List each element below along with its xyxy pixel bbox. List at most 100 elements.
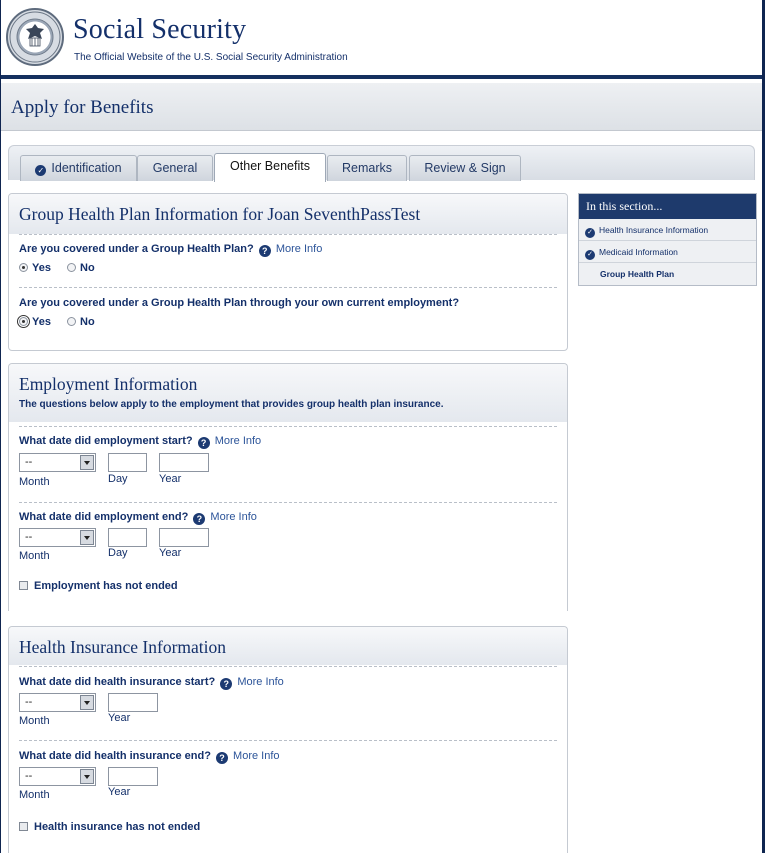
employment-panel: Employment Information The questions bel… bbox=[8, 363, 568, 611]
question-insurance-end: What date did health insurance end? ? Mo… bbox=[19, 750, 280, 764]
radio-dot-icon bbox=[67, 317, 76, 326]
nav-item-label: Health Insurance Information bbox=[599, 225, 709, 235]
insurance-end-year-input[interactable] bbox=[108, 767, 158, 786]
year-label: Year bbox=[108, 712, 131, 724]
help-icon[interactable]: ? bbox=[220, 678, 233, 690]
section-nav-heading: In this section... bbox=[579, 194, 756, 219]
select-value: -- bbox=[25, 531, 33, 543]
select-value: -- bbox=[25, 456, 33, 468]
group-health-panel: Group Health Plan Information for Joan S… bbox=[8, 193, 568, 351]
question-text: What date did health insurance end? bbox=[19, 750, 211, 762]
checkbox-icon bbox=[19, 581, 28, 590]
radio-yes[interactable]: Yes bbox=[19, 262, 51, 274]
insurance-end-month-select[interactable]: -- bbox=[19, 767, 96, 786]
site-subtitle: The Official Website of the U.S. Social … bbox=[74, 52, 348, 63]
help-icon[interactable]: ? bbox=[215, 752, 228, 764]
question-insurance-start: What date did health insurance start? ? … bbox=[19, 676, 284, 690]
checkbox-label: Health insurance has not ended bbox=[34, 821, 201, 833]
tab-label: Identification bbox=[51, 161, 122, 175]
select-value: -- bbox=[25, 696, 33, 708]
tab-general[interactable]: General bbox=[137, 155, 213, 181]
eagle-icon bbox=[26, 24, 44, 47]
radio-label: Yes bbox=[32, 262, 51, 274]
question-employment-start: What date did employment start? ? More I… bbox=[19, 435, 261, 449]
month-label: Month bbox=[19, 715, 50, 727]
check-icon: ✓ bbox=[585, 250, 595, 260]
question-text: What date did employment end? bbox=[19, 511, 189, 523]
more-info-link[interactable]: More Info bbox=[276, 243, 322, 255]
start-month-select[interactable]: -- bbox=[19, 453, 96, 472]
panel-heading: Group Health Plan Information for Joan S… bbox=[19, 204, 421, 224]
divider bbox=[19, 502, 557, 503]
divider bbox=[19, 666, 557, 667]
end-month-select[interactable]: -- bbox=[19, 528, 96, 547]
ssa-seal-logo[interactable] bbox=[6, 8, 64, 66]
help-icon[interactable]: ? bbox=[193, 513, 206, 525]
checkbox-label: Employment has not ended bbox=[34, 580, 178, 592]
end-year-input[interactable] bbox=[159, 528, 209, 547]
check-icon: ✓ bbox=[35, 165, 47, 176]
dropdown-arrow-icon[interactable] bbox=[80, 769, 94, 784]
tab-identification[interactable]: ✓ Identification bbox=[20, 155, 137, 181]
employment-not-ended-checkbox[interactable]: Employment has not ended bbox=[19, 580, 178, 592]
select-value: -- bbox=[25, 770, 33, 782]
question-own-employment: Are you covered under a Group Health Pla… bbox=[19, 297, 459, 309]
year-label: Year bbox=[159, 473, 182, 485]
tab-label: Review & Sign bbox=[424, 161, 506, 175]
section-nav: In this section... ✓ Health Insurance Inf… bbox=[578, 193, 757, 286]
question-text: Are you covered under a Group Health Pla… bbox=[19, 243, 254, 255]
tab-label: Remarks bbox=[341, 161, 392, 175]
radio-dot-icon bbox=[17, 315, 30, 328]
radio-no[interactable]: No bbox=[67, 262, 95, 274]
day-label: Day bbox=[108, 547, 128, 559]
year-label: Year bbox=[108, 786, 131, 798]
dropdown-arrow-icon[interactable] bbox=[80, 455, 94, 470]
radio-dot-icon bbox=[67, 263, 76, 272]
start-year-input[interactable] bbox=[159, 453, 209, 472]
tab-other-benefits[interactable]: Other Benefits bbox=[214, 153, 326, 182]
question-employment-end: What date did employment end? ? More Inf… bbox=[19, 511, 257, 525]
insurance-start-month-select[interactable]: -- bbox=[19, 693, 96, 712]
insurance-start-year-input[interactable] bbox=[108, 693, 158, 712]
panel-heading: Employment Information bbox=[19, 374, 198, 394]
question-text: What date did employment start? bbox=[19, 435, 193, 447]
radio-label: No bbox=[80, 262, 95, 274]
tab-label: General bbox=[152, 161, 198, 175]
tab-review-sign[interactable]: Review & Sign bbox=[409, 155, 521, 181]
dropdown-arrow-icon[interactable] bbox=[80, 695, 94, 710]
insurance-not-ended-checkbox[interactable]: Health insurance has not ended bbox=[19, 821, 200, 833]
divider bbox=[19, 234, 557, 235]
site-title[interactable]: Social Security bbox=[73, 14, 246, 46]
start-day-input[interactable] bbox=[108, 453, 147, 472]
radio-yes-employment[interactable]: Yes bbox=[17, 315, 51, 328]
more-info-link[interactable]: More Info bbox=[210, 511, 256, 523]
divider bbox=[19, 426, 557, 427]
panel-intro: The questions below apply to the employm… bbox=[19, 399, 444, 410]
more-info-link[interactable]: More Info bbox=[233, 750, 279, 762]
section-nav-item-health-insurance[interactable]: ✓ Health Insurance Information bbox=[579, 219, 756, 241]
section-nav-item-group-health-plan[interactable]: Group Health Plan bbox=[579, 263, 756, 285]
tab-bar: ✓ Identification General Other Benefits R… bbox=[8, 145, 755, 182]
dropdown-arrow-icon[interactable] bbox=[80, 530, 94, 545]
more-info-link[interactable]: More Info bbox=[237, 676, 283, 688]
end-day-input[interactable] bbox=[108, 528, 147, 547]
radio-label: No bbox=[80, 316, 95, 328]
month-label: Month bbox=[19, 550, 50, 562]
more-info-link[interactable]: More Info bbox=[215, 435, 261, 447]
help-icon[interactable]: ? bbox=[197, 437, 210, 449]
question-group-health-plan: Are you covered under a Group Health Pla… bbox=[19, 243, 322, 257]
tab-remarks[interactable]: Remarks bbox=[327, 155, 407, 181]
divider bbox=[19, 287, 557, 288]
tab-label: Other Benefits bbox=[230, 159, 310, 173]
nav-item-label: Medicaid Information bbox=[599, 247, 678, 257]
month-label: Month bbox=[19, 476, 50, 488]
section-nav-item-medicaid[interactable]: ✓ Medicaid Information bbox=[579, 241, 756, 263]
question-text: What date did health insurance start? bbox=[19, 676, 216, 688]
help-icon[interactable]: ? bbox=[258, 245, 271, 257]
question-text: Are you covered under a Group Health Pla… bbox=[19, 297, 460, 309]
radio-label: Yes bbox=[32, 316, 51, 328]
radio-no-employment[interactable]: No bbox=[67, 316, 95, 328]
panel-header: Health Insurance Information bbox=[9, 627, 567, 665]
health-insurance-panel: Health Insurance Information What date d… bbox=[8, 626, 568, 853]
divider bbox=[19, 740, 557, 741]
